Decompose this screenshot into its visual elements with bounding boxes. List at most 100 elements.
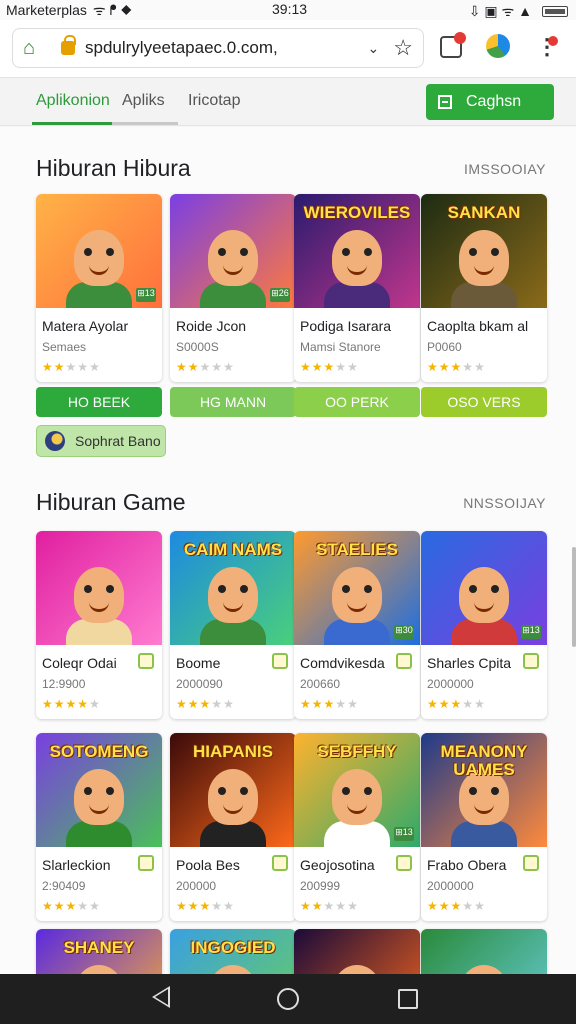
app-thumbnail[interactable]: STAELIES ⊞30 (294, 531, 420, 645)
app-card[interactable]: STAELIES ⊞30 Comdvikesda 200660 ★★★★★ (294, 531, 420, 719)
star-icon: ★ (323, 899, 336, 913)
section-title: Hiburan Hibura (36, 155, 191, 181)
tab-apliks[interactable]: Apliks (122, 92, 165, 110)
app-thumbnail[interactable]: WIEROVILES (294, 194, 420, 308)
star-icon: ★ (77, 899, 90, 913)
star-icon: ★ (427, 360, 439, 374)
category-pill-button[interactable]: OSO VERS (421, 387, 547, 417)
app-card[interactable]: INGOGIED (170, 929, 296, 974)
install-icon[interactable] (523, 855, 539, 871)
app-thumbnail[interactable]: HIAPANIS (170, 733, 296, 847)
list-icon (438, 95, 452, 109)
character-face (459, 965, 509, 974)
star-icon: ★ (311, 899, 324, 913)
app-thumbnail[interactable]: SEBFFHY ⊞13 (294, 733, 420, 847)
app-thumbnail[interactable]: ⊞13 (421, 531, 547, 645)
star-icon: ★ (335, 899, 348, 913)
age-badge: ⊞13 (521, 625, 541, 639)
star-icon: ★ (187, 360, 200, 374)
age-badge: ⊞13 (136, 288, 156, 302)
home-icon[interactable]: ⌂ (23, 37, 47, 60)
install-icon[interactable] (523, 653, 539, 669)
thumbnail-title: SOTOMENG (49, 742, 149, 761)
app-card[interactable]: WIEROVILES Podiga Isarara Mamsi Stanore ★★★… (294, 194, 420, 382)
cta-button[interactable]: Caghsn (426, 84, 554, 120)
install-icon[interactable] (272, 855, 288, 871)
star-icon: ★ (311, 697, 324, 711)
app-card[interactable]: SHANEY (36, 929, 162, 974)
app-thumbnail[interactable]: INGOGIED (170, 929, 296, 974)
star-icon: ★ (300, 697, 312, 711)
app-thumbnail[interactable]: SANKAN (421, 194, 547, 308)
install-icon[interactable] (138, 855, 154, 871)
app-card[interactable]: SOTOMENG Slarleckion 2:90409 ★★★★★ (36, 733, 162, 921)
scrollbar[interactable] (572, 547, 576, 647)
profile-icon[interactable] (486, 34, 510, 58)
app-card[interactable] (421, 929, 547, 974)
status-right-icons: ⇩ ▣ ᯤ ▲ (469, 2, 568, 21)
back-icon[interactable] (152, 986, 170, 1008)
rating-stars: ★★★★★ (170, 893, 296, 921)
app-card[interactable]: ⊞26 Roide Jcon S0000S ★★★★★ (170, 194, 296, 382)
app-card[interactable]: ⊞13 Matera Ayolar Semaes ★★★★★ (36, 194, 162, 382)
menu-notification-dot (548, 36, 558, 46)
category-pill-button[interactable]: HO BEEK (36, 387, 162, 417)
app-name: Matera Ayolar (36, 308, 162, 334)
star-icon: ★ (187, 899, 200, 913)
app-thumbnail[interactable] (294, 929, 420, 974)
app-thumbnail[interactable]: CAIM NAMS (170, 531, 296, 645)
app-thumbnail[interactable] (421, 929, 547, 974)
section-more-link[interactable]: NNSSOIJAY (463, 495, 546, 511)
section-more-link[interactable]: IMSSOOIAY (464, 161, 546, 177)
app-card[interactable]: SANKAN Caoplta bkam al P0060 ★★★★★ (421, 194, 547, 382)
home-circle-icon[interactable] (277, 988, 299, 1010)
app-thumbnail[interactable]: ⊞13 (36, 194, 162, 308)
install-icon[interactable] (138, 653, 154, 669)
app-thumbnail[interactable] (36, 531, 162, 645)
battery-icon (542, 6, 568, 17)
star-icon: ★ (474, 899, 486, 913)
app-card[interactable] (294, 929, 420, 974)
app-card[interactable]: ⊞13 Sharles Cpita 2000000 ★★★★★ (421, 531, 547, 719)
menu-icon[interactable]: ⋮ (536, 34, 558, 60)
app-developer: Semaes (42, 340, 87, 354)
app-developer: 2000000 (427, 677, 474, 691)
app-name-text: Roide Jcon (176, 318, 247, 334)
app-name: Caoplta bkam al (421, 308, 547, 334)
install-icon[interactable] (396, 653, 412, 669)
browser-toolbar: ⌂ spdulrylyeetapaec.0.com, ⌄ ☆ ⋮ (0, 20, 576, 78)
category-pill-button[interactable]: HG MANN (170, 387, 296, 417)
star-icon: ★ (199, 697, 212, 711)
chip-button[interactable]: Sophrat Bano (36, 425, 166, 457)
tab-aplikonion[interactable]: Aplikonion (36, 92, 110, 110)
install-icon[interactable] (272, 653, 288, 669)
install-icon[interactable] (396, 855, 412, 871)
url-text[interactable]: spdulrylyeetapaec.0.com, (85, 38, 368, 58)
star-icon: ★ (438, 899, 451, 913)
star-icon: ★ (77, 360, 90, 374)
app-thumbnail[interactable]: MEANONY UAMES (421, 733, 547, 847)
app-card[interactable]: CAIM NAMS Boome 2000090 ★★★★★ (170, 531, 296, 719)
app-thumbnail[interactable]: SOTOMENG (36, 733, 162, 847)
star-icon: ★ (427, 697, 439, 711)
tabs-icon[interactable] (440, 32, 466, 58)
app-card[interactable]: MEANONY UAMES Frabo Obera 2000000 ★★★★★ (421, 733, 547, 921)
character-face (208, 230, 258, 286)
app-card[interactable]: Coleqr Odai 12:9900 ★★★★★ (36, 531, 162, 719)
tab-iricotap[interactable]: Iricotap (188, 92, 240, 110)
bookmark-star-icon[interactable]: ☆ (393, 35, 413, 61)
thumbnail-title: WIEROVILES (303, 203, 411, 222)
app-card[interactable]: SEBFFHY ⊞13 Geojosotina 200999 ★★★★★ (294, 733, 420, 921)
recents-icon[interactable] (398, 989, 418, 1009)
star-icon: ★ (53, 697, 66, 711)
star-icon: ★ (438, 360, 451, 374)
address-bar[interactable]: ⌂ spdulrylyeetapaec.0.com, ⌄ ☆ (12, 28, 424, 68)
chevron-down-icon[interactable]: ⌄ (368, 40, 380, 57)
category-pill-button[interactable]: OO PERK (294, 387, 420, 417)
app-name: Comdvikesda (294, 645, 420, 671)
star-icon: ★ (223, 899, 235, 913)
app-card[interactable]: HIAPANIS Poola Bes 200000 ★★★★★ (170, 733, 296, 921)
app-thumbnail[interactable]: SHANEY (36, 929, 162, 974)
app-thumbnail[interactable]: ⊞26 (170, 194, 296, 308)
rating-stars: ★★★★★ (421, 893, 547, 921)
